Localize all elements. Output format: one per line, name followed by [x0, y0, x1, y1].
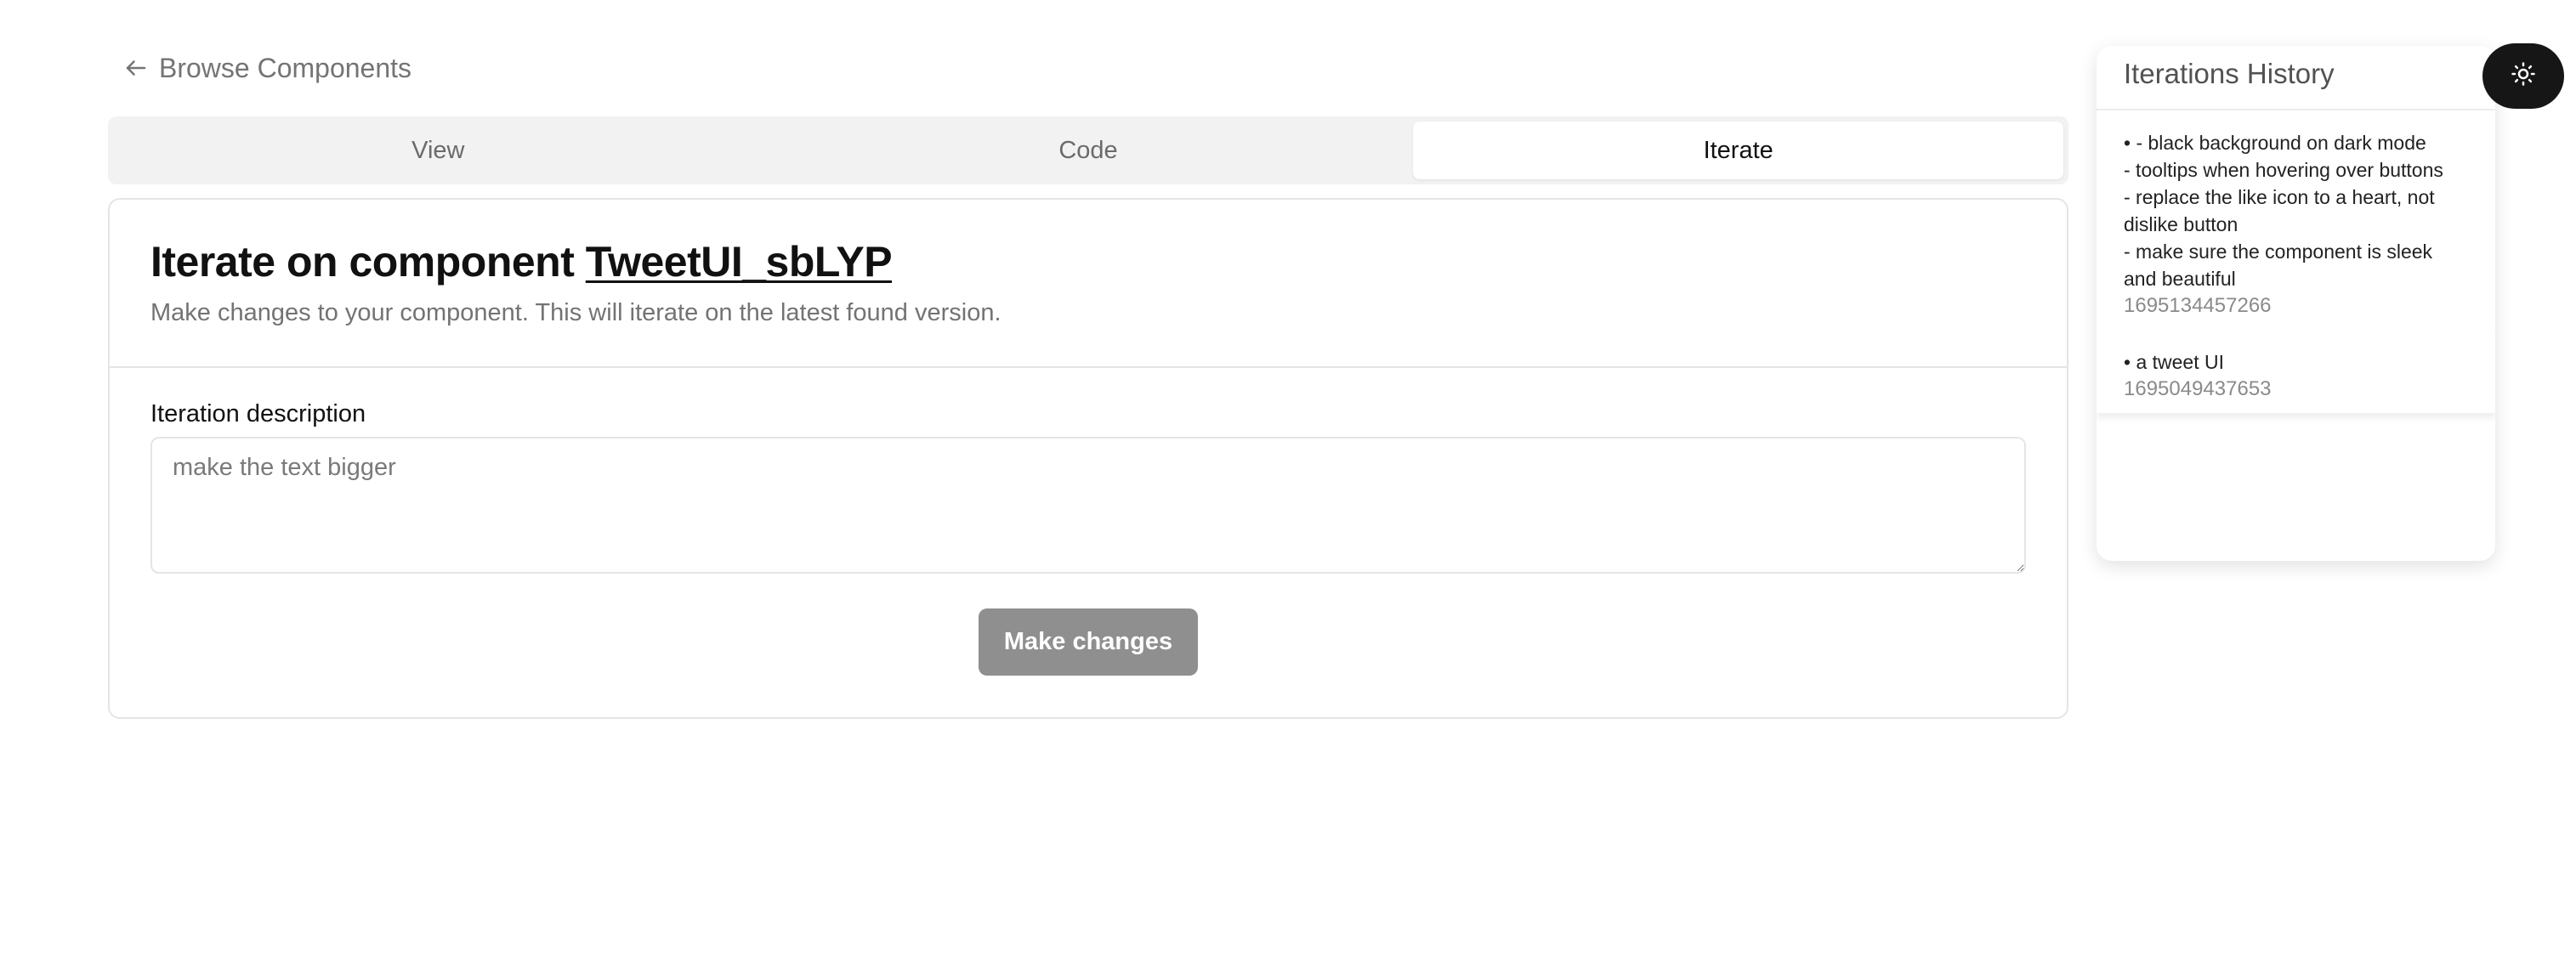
history-item-timestamp: 1695134457266	[2124, 294, 2272, 317]
history-item-text: • a tweet UI	[2124, 351, 2224, 373]
page-title-prefix: Iterate on component	[150, 238, 586, 286]
iterations-history-panel: Iterations History • - black background …	[2097, 46, 2495, 561]
iterate-card: Iterate on component TweetUI_sbLYP Make …	[108, 198, 2068, 719]
arrow-left-icon	[123, 55, 149, 81]
page-title: Iterate on component TweetUI_sbLYP	[150, 239, 2026, 286]
browse-components-label: Browse Components	[159, 52, 412, 83]
tab-iterate[interactable]: Iterate	[1413, 122, 2064, 179]
history-item-timestamp: 1695049437653	[2124, 377, 2272, 400]
make-changes-button[interactable]: Make changes	[979, 608, 1198, 676]
iterations-history-title: Iterations History	[2097, 46, 2495, 110]
tabs-bar: View Code Iterate	[108, 116, 2068, 184]
history-item-text: • - black background on dark mode - tool…	[2124, 132, 2443, 290]
history-item[interactable]: • - black background on dark mode - tool…	[2097, 110, 2495, 330]
history-item[interactable]: • a tweet UI 1695049437653	[2097, 330, 2495, 413]
tab-code[interactable]: Code	[763, 122, 1414, 179]
browse-components-link[interactable]: Browse Components	[123, 49, 411, 87]
button-row: Make changes	[150, 608, 2026, 676]
page-subtitle: Make changes to your component. This wil…	[150, 299, 1001, 326]
component-name-link[interactable]: TweetUI_sbLYP	[586, 238, 893, 286]
iteration-description-input[interactable]	[150, 437, 2026, 574]
tab-view[interactable]: View	[113, 122, 763, 179]
sun-icon	[2511, 61, 2536, 91]
card-body: Iteration description Make changes	[110, 368, 2067, 676]
card-header: Iterate on component TweetUI_sbLYP Make …	[110, 200, 2067, 368]
iteration-description-label: Iteration description	[150, 400, 366, 427]
theme-toggle-button[interactable]	[2482, 43, 2564, 109]
